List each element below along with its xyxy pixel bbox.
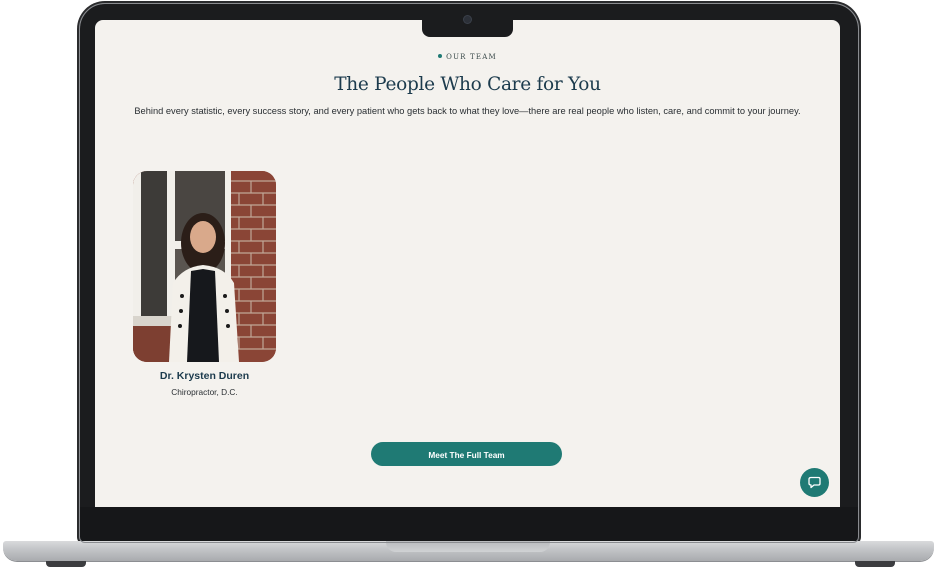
eyebrow-dot-icon xyxy=(438,54,443,58)
chat-bubble-icon xyxy=(808,476,821,489)
laptop-foot-left xyxy=(46,561,86,567)
eyebrow-label: OUR TEAM xyxy=(446,53,497,61)
portrait-image xyxy=(133,171,276,362)
section-title: The People Who Care for You xyxy=(334,74,601,95)
section-description: Behind every statistic, every success st… xyxy=(134,106,801,116)
screen: OUR TEAM The People Who Care for You Beh… xyxy=(95,20,840,507)
meet-full-team-button[interactable]: Meet The Full Team xyxy=(371,442,562,466)
section-eyebrow: OUR TEAM xyxy=(95,53,840,61)
team-member-role: Chiropractor, D.C. xyxy=(171,387,238,397)
team-member-name[interactable]: Dr. Krysten Duren xyxy=(133,370,276,382)
team-member-photo[interactable] xyxy=(133,171,276,362)
laptop-mockup: OUR TEAM The People Who Care for You Beh… xyxy=(0,0,941,572)
laptop-bottom-bezel xyxy=(79,507,859,543)
laptop-base-notch xyxy=(386,541,550,552)
laptop-foot-right xyxy=(855,561,895,567)
camera-icon xyxy=(464,16,471,23)
chat-button[interactable] xyxy=(800,468,829,497)
